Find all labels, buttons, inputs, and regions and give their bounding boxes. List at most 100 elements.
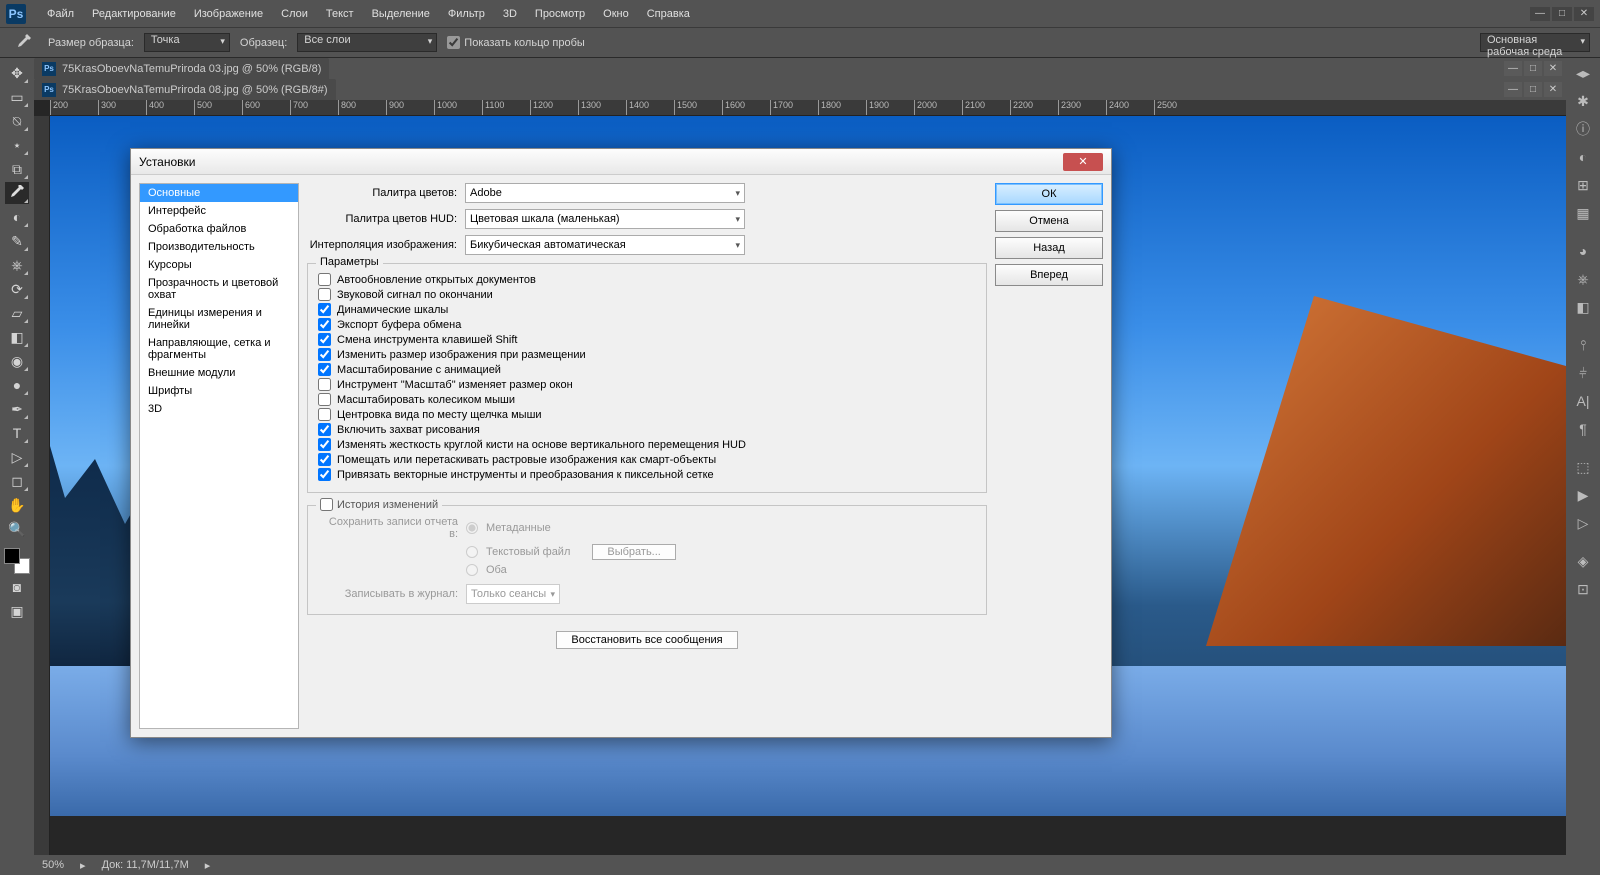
option-checkbox-input-7[interactable]: [318, 378, 331, 391]
sidebar-item-performance[interactable]: Производительность: [140, 238, 298, 256]
option-checkbox-input-1[interactable]: [318, 288, 331, 301]
doc1-maximize-icon[interactable]: □: [1524, 61, 1542, 76]
type-tool-icon[interactable]: T: [5, 422, 29, 444]
sidebar-item-3d[interactable]: 3D: [140, 400, 298, 418]
option-checkbox-input-11[interactable]: [318, 438, 331, 451]
prev-button[interactable]: Назад: [995, 237, 1103, 259]
quick-mask-icon[interactable]: ◙: [5, 576, 29, 598]
sidebar-item-general[interactable]: Основные: [140, 184, 298, 202]
sidebar-item-transparency[interactable]: Прозрачность и цветовой охват: [140, 274, 298, 304]
option-checkbox-input-6[interactable]: [318, 363, 331, 376]
doc1-close-icon[interactable]: ✕: [1544, 61, 1562, 76]
zoom-tool-icon[interactable]: 🔍: [5, 518, 29, 540]
color-picker-select[interactable]: Adobe: [465, 183, 745, 203]
panel-channels-icon[interactable]: ⊡: [1571, 578, 1595, 600]
panel-char-icon[interactable]: A|: [1571, 390, 1595, 412]
close-icon[interactable]: ✕: [1574, 7, 1594, 21]
option-checkbox-1[interactable]: Звуковой сигнал по окончании: [318, 287, 976, 302]
option-checkbox-input-3[interactable]: [318, 318, 331, 331]
history-brush-tool-icon[interactable]: ⟳: [5, 278, 29, 300]
panel-swatches-icon[interactable]: ▦: [1571, 202, 1595, 224]
panel-color-icon[interactable]: ✱: [1571, 90, 1595, 112]
expand-icon[interactable]: ◂▸: [1571, 62, 1595, 84]
sidebar-item-plugins[interactable]: Внешние модули: [140, 364, 298, 382]
option-checkbox-input-12[interactable]: [318, 453, 331, 466]
menu-view[interactable]: Просмотр: [526, 8, 594, 20]
lasso-tool-icon[interactable]: ⍉: [5, 110, 29, 132]
show-ring-checkbox[interactable]: Показать кольцо пробы: [447, 36, 585, 49]
panel-layers-icon[interactable]: ◈: [1571, 550, 1595, 572]
menu-filter[interactable]: Фильтр: [439, 8, 494, 20]
doc2-close-icon[interactable]: ✕: [1544, 82, 1562, 97]
option-checkbox-input-9[interactable]: [318, 408, 331, 421]
doc1-minimize-icon[interactable]: —: [1504, 61, 1522, 76]
ok-button[interactable]: ОК: [995, 183, 1103, 205]
menu-help[interactable]: Справка: [638, 8, 699, 20]
stamp-tool-icon[interactable]: ⎈: [5, 254, 29, 276]
option-checkbox-9[interactable]: Центровка вида по месту щелчка мыши: [318, 407, 976, 422]
option-checkbox-11[interactable]: Изменять жесткость круглой кисти на осно…: [318, 437, 976, 452]
menu-layers[interactable]: Слои: [272, 8, 317, 20]
sidebar-item-filehandling[interactable]: Обработка файлов: [140, 220, 298, 238]
sample-select[interactable]: Все слои: [297, 33, 437, 52]
panel-histogram-icon[interactable]: ⫯: [1571, 334, 1595, 356]
sidebar-item-guides[interactable]: Направляющие, сетка и фрагменты: [140, 334, 298, 364]
panel-para-icon[interactable]: ¶: [1571, 418, 1595, 440]
document-tab-1[interactable]: Ps 75KrasOboevNaTemuPriroda 03.jpg @ 50%…: [34, 58, 329, 79]
magic-wand-tool-icon[interactable]: ⋆: [5, 134, 29, 156]
option-checkbox-input-8[interactable]: [318, 393, 331, 406]
shape-tool-icon[interactable]: ◻: [5, 470, 29, 492]
option-checkbox-10[interactable]: Включить захват рисования: [318, 422, 976, 437]
marquee-tool-icon[interactable]: ▭: [5, 86, 29, 108]
arrow-icon[interactable]: ▸: [205, 859, 211, 872]
eyedropper-tool-preset-icon[interactable]: [10, 32, 38, 54]
hand-tool-icon[interactable]: ✋: [5, 494, 29, 516]
document-tab-2[interactable]: Ps 75KrasOboevNaTemuPriroda 08.jpg @ 50%…: [34, 79, 336, 100]
panel-brushes-icon[interactable]: ◕: [1571, 240, 1595, 262]
workspace-select[interactable]: Основная рабочая среда: [1480, 33, 1590, 52]
panel-measure-icon[interactable]: ⬚: [1571, 456, 1595, 478]
option-checkbox-12[interactable]: Помещать или перетаскивать растровые изо…: [318, 452, 976, 467]
doc2-minimize-icon[interactable]: —: [1504, 82, 1522, 97]
option-checkbox-input-10[interactable]: [318, 423, 331, 436]
minimize-icon[interactable]: —: [1530, 7, 1550, 21]
path-select-tool-icon[interactable]: ▷: [5, 446, 29, 468]
healing-brush-tool-icon[interactable]: ◐: [5, 206, 29, 228]
menu-select[interactable]: Выделение: [363, 8, 439, 20]
cancel-button[interactable]: Отмена: [995, 210, 1103, 232]
doc2-maximize-icon[interactable]: □: [1524, 82, 1542, 97]
maximize-icon[interactable]: □: [1552, 7, 1572, 21]
option-checkbox-5[interactable]: Изменить размер изображения при размещен…: [318, 347, 976, 362]
panel-timeline-icon[interactable]: ▶: [1571, 484, 1595, 506]
option-checkbox-7[interactable]: Инструмент "Масштаб" изменяет размер око…: [318, 377, 976, 392]
move-tool-icon[interactable]: ✥: [5, 62, 29, 84]
dialog-close-icon[interactable]: ✕: [1063, 153, 1103, 171]
gradient-tool-icon[interactable]: ◧: [5, 326, 29, 348]
menu-file[interactable]: Файл: [38, 8, 83, 20]
dodge-tool-icon[interactable]: ●: [5, 374, 29, 396]
option-checkbox-input-4[interactable]: [318, 333, 331, 346]
panel-clone-icon[interactable]: ⎈: [1571, 268, 1595, 290]
sidebar-item-units[interactable]: Единицы измерения и линейки: [140, 304, 298, 334]
crop-tool-icon[interactable]: ⧉: [5, 158, 29, 180]
hud-select[interactable]: Цветовая шкала (маленькая): [465, 209, 745, 229]
option-checkbox-input-0[interactable]: [318, 273, 331, 286]
foreground-color-icon[interactable]: [4, 548, 20, 564]
screen-mode-icon[interactable]: ▣: [5, 600, 29, 622]
option-checkbox-3[interactable]: Экспорт буфера обмена: [318, 317, 976, 332]
option-checkbox-input-5[interactable]: [318, 348, 331, 361]
eyedropper-tool-icon[interactable]: [5, 182, 29, 204]
menu-edit[interactable]: Редактирование: [83, 8, 185, 20]
eraser-tool-icon[interactable]: ▱: [5, 302, 29, 324]
reset-warnings-button[interactable]: Восстановить все сообщения: [556, 631, 737, 649]
panel-actions-icon[interactable]: ⫩: [1571, 362, 1595, 384]
option-checkbox-2[interactable]: Динамические шкалы: [318, 302, 976, 317]
pen-tool-icon[interactable]: ✒: [5, 398, 29, 420]
panel-adjust-icon[interactable]: ◐: [1571, 146, 1595, 168]
option-checkbox-13[interactable]: Привязать векторные инструменты и преобр…: [318, 467, 976, 482]
sidebar-item-cursors[interactable]: Курсоры: [140, 256, 298, 274]
sidebar-item-interface[interactable]: Интерфейс: [140, 202, 298, 220]
panel-info-icon[interactable]: ⓘ: [1571, 118, 1595, 140]
panel-nav-icon[interactable]: ◧: [1571, 296, 1595, 318]
menu-text[interactable]: Текст: [317, 8, 363, 20]
